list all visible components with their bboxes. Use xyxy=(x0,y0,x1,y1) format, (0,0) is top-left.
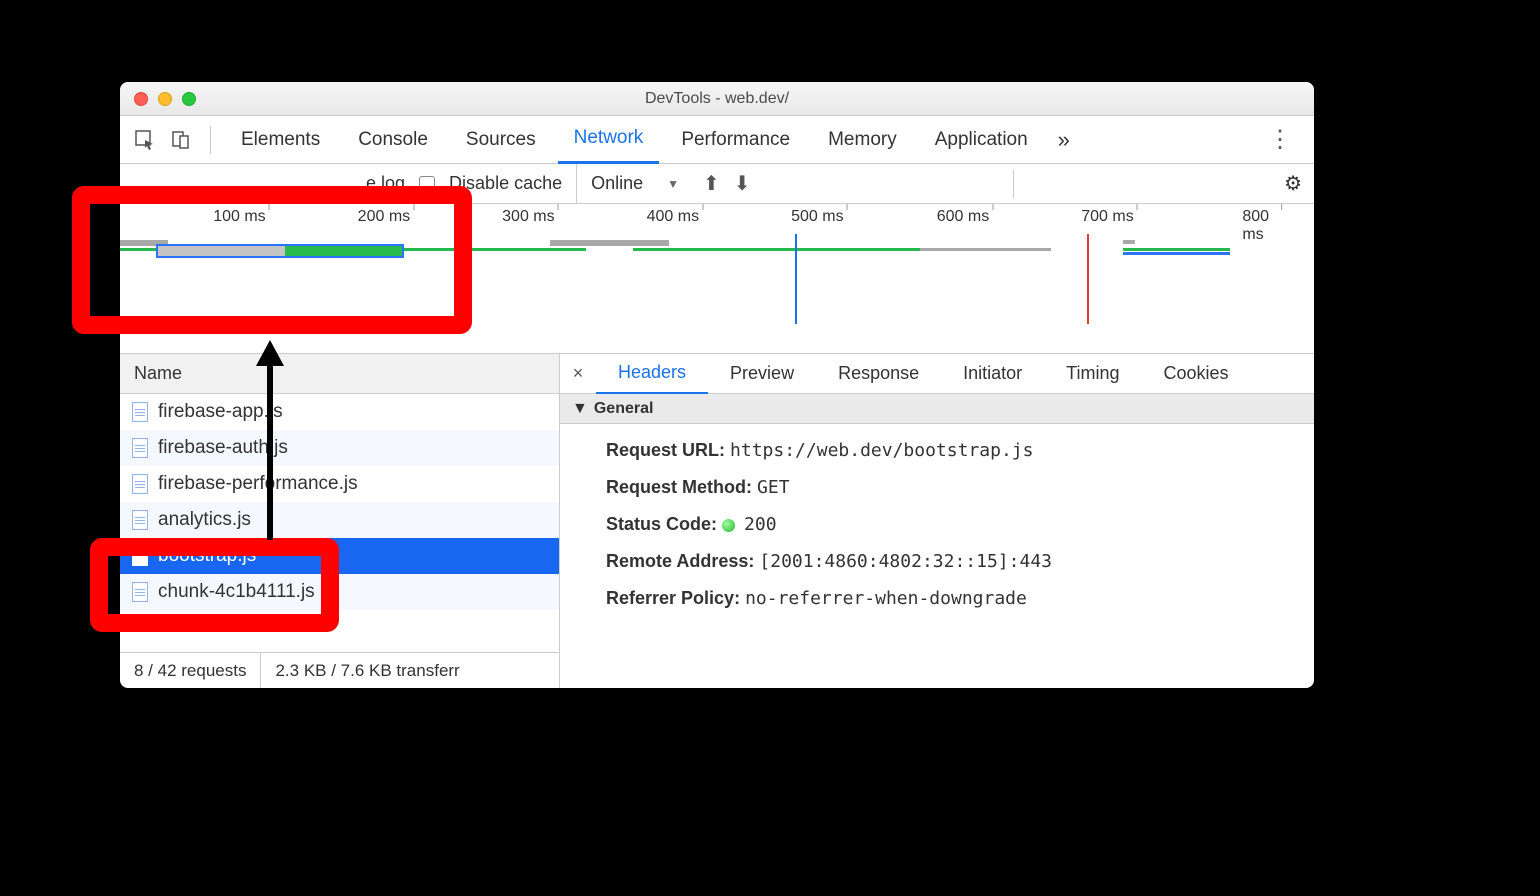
tick: 600 ms xyxy=(937,208,989,226)
script-file-icon xyxy=(132,510,148,530)
window-title: DevTools - web.dev/ xyxy=(120,90,1314,108)
kv-value: [2001:4860:4802:32::15]:443 xyxy=(759,551,1052,572)
detail-tab-initiator[interactable]: Initiator xyxy=(941,354,1044,394)
request-row[interactable]: firebase-performance.js xyxy=(120,466,559,502)
detail-tab-cookies[interactable]: Cookies xyxy=(1142,354,1251,394)
kv-row: Status Code: 200 xyxy=(606,506,1314,543)
tick: 700 ms xyxy=(1081,208,1133,226)
tab-sources[interactable]: Sources xyxy=(450,116,552,164)
kv-row: Remote Address: [2001:4860:4802:32::15]:… xyxy=(606,543,1314,580)
request-row[interactable]: analytics.js xyxy=(120,502,559,538)
kv-row: Request URL: https://web.dev/bootstrap.j… xyxy=(606,432,1314,469)
kv-value: no-referrer-when-downgrade xyxy=(745,588,1027,609)
tab-console[interactable]: Console xyxy=(342,116,444,164)
device-toggle-icon[interactable] xyxy=(166,125,196,155)
detail-tab-response[interactable]: Response xyxy=(816,354,941,394)
section-title: General xyxy=(594,400,654,418)
general-section-header[interactable]: ▼ General xyxy=(560,394,1314,424)
annotation-highlight-timeline xyxy=(72,186,472,334)
upload-har-icon[interactable]: ⬆ xyxy=(703,171,720,196)
tab-application[interactable]: Application xyxy=(919,116,1044,164)
request-list-pane: Name firebase-app.js firebase-auth.js fi… xyxy=(120,354,560,688)
detail-tab-timing[interactable]: Timing xyxy=(1044,354,1141,394)
disclosure-triangle-icon: ▼ xyxy=(572,400,588,418)
status-dot-icon xyxy=(722,519,735,532)
detail-tab-headers[interactable]: Headers xyxy=(596,354,708,394)
tick: 800 ms xyxy=(1242,208,1278,244)
request-count: 8 / 42 requests xyxy=(120,653,261,688)
kv-value: GET xyxy=(757,477,790,498)
kv-value: 200 xyxy=(744,514,777,535)
script-file-icon xyxy=(132,438,148,458)
request-detail-pane: × Headers Preview Response Initiator Tim… xyxy=(560,354,1314,688)
script-file-icon xyxy=(132,474,148,494)
kv-key: Remote Address: xyxy=(606,551,754,571)
tick: 500 ms xyxy=(791,208,843,226)
kv-key: Status Code: xyxy=(606,514,717,534)
transfer-size: 2.3 KB / 7.6 KB transferr xyxy=(261,653,473,688)
throttle-value: Online xyxy=(591,173,643,194)
download-har-icon[interactable]: ⬇ xyxy=(734,171,751,196)
tab-memory[interactable]: Memory xyxy=(812,116,913,164)
panel-tabs: Elements Console Sources Network Perform… xyxy=(120,116,1314,164)
inspect-icon[interactable] xyxy=(130,125,160,155)
separator xyxy=(1013,170,1014,198)
close-detail-button[interactable]: × xyxy=(560,363,596,384)
tab-performance[interactable]: Performance xyxy=(665,116,806,164)
column-header-name[interactable]: Name xyxy=(120,354,559,394)
annotation-highlight-selected-row xyxy=(90,538,339,632)
domcontentloaded-marker xyxy=(795,234,797,324)
request-name: analytics.js xyxy=(158,509,251,531)
settings-menu-button[interactable]: ⋮ xyxy=(1256,125,1304,154)
request-row[interactable]: firebase-app.js xyxy=(120,394,559,430)
gear-icon[interactable]: ⚙ xyxy=(1284,171,1302,196)
separator xyxy=(210,126,211,154)
tabs-overflow-button[interactable]: » xyxy=(1050,127,1078,153)
detail-tab-preview[interactable]: Preview xyxy=(708,354,816,394)
detail-tabs: × Headers Preview Response Initiator Tim… xyxy=(560,354,1314,394)
tick: 300 ms xyxy=(502,208,554,226)
kv-key: Request URL: xyxy=(606,440,725,460)
status-bar: 8 / 42 requests 2.3 KB / 7.6 KB transfer… xyxy=(120,652,559,688)
request-row[interactable]: firebase-auth.js xyxy=(120,430,559,466)
general-section-body: Request URL: https://web.dev/bootstrap.j… xyxy=(560,424,1314,625)
chevron-down-icon: ▼ xyxy=(667,177,679,191)
kv-row: Referrer Policy: no-referrer-when-downgr… xyxy=(606,580,1314,617)
load-marker xyxy=(1087,234,1089,324)
script-file-icon xyxy=(132,402,148,422)
kv-value: https://web.dev/bootstrap.js xyxy=(730,440,1033,461)
kv-key: Referrer Policy: xyxy=(606,588,740,608)
tick: 400 ms xyxy=(647,208,699,226)
titlebar: DevTools - web.dev/ xyxy=(120,82,1314,116)
throttle-select[interactable]: Online ▼ xyxy=(576,164,689,203)
annotation-arrow xyxy=(250,340,310,550)
tab-network[interactable]: Network xyxy=(558,116,660,164)
kv-key: Request Method: xyxy=(606,477,752,497)
kv-row: Request Method: GET xyxy=(606,469,1314,506)
tab-elements[interactable]: Elements xyxy=(225,116,336,164)
